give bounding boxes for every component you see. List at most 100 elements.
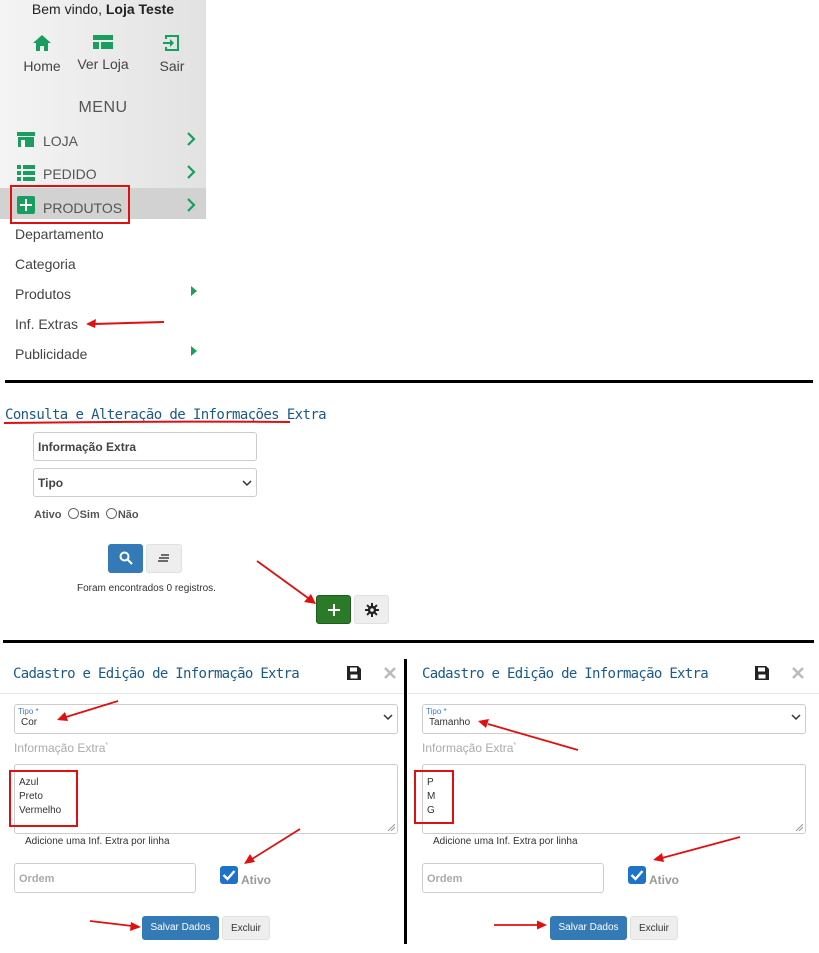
check-icon: [222, 870, 236, 881]
save-button[interactable]: Salvar Dados: [550, 916, 627, 940]
chevron-down-icon: [791, 714, 801, 721]
tipo-select-label: Tipo: [38, 476, 64, 490]
ver-loja-link[interactable]: Ver Loja: [68, 34, 138, 72]
ativo-checkbox[interactable]: [220, 866, 238, 884]
modal-cadastro-cor: Cadastro e Edição de Informação Extra Ti…: [0, 644, 404, 953]
welcome-prefix: Bem vindo,: [31, 1, 102, 17]
sub-item-produtos[interactable]: Produtos: [15, 286, 71, 302]
list-icon: [17, 165, 35, 181]
required-mark: *: [443, 707, 447, 716]
info-extra-search-input[interactable]: Informação Extra: [33, 432, 257, 461]
ativo-checkbox[interactable]: [628, 866, 646, 884]
annotation-arrow: [57, 700, 119, 721]
annotation-box-produtos: [10, 185, 130, 224]
sub-item-categoria[interactable]: Categoria: [15, 256, 76, 272]
menu-item-loja[interactable]: LOJA: [0, 124, 206, 157]
sub-item-inf-extras[interactable]: Inf. Extras: [15, 316, 78, 332]
menu-item-label: LOJA: [43, 133, 79, 149]
required-mark: *: [105, 742, 109, 749]
save-button[interactable]: Salvar Dados: [142, 916, 219, 940]
info-extra-textarea[interactable]: P M G: [422, 764, 806, 834]
sub-item-departamento[interactable]: Departamento: [15, 226, 104, 242]
info-extra-label: Informação Extra*: [14, 741, 108, 755]
add-button[interactable]: [316, 595, 351, 624]
welcome-user: Loja Teste: [105, 1, 175, 17]
home-link[interactable]: Home: [7, 34, 77, 74]
layout-icon: [93, 35, 113, 49]
caret-right-icon: [191, 346, 197, 356]
save-icon[interactable]: [347, 666, 361, 680]
gear-icon: [364, 603, 379, 617]
radio-sim[interactable]: [67, 508, 79, 519]
resize-handle-icon[interactable]: [796, 824, 803, 831]
check-icon: [630, 870, 644, 881]
eraser-lines-icon: [158, 554, 169, 562]
sair-label: Sair: [159, 58, 185, 74]
required-mark: *: [35, 707, 39, 716]
welcome-text: Bem vindo, Loja Teste: [0, 1, 206, 17]
ordem-input[interactable]: Ordem: [422, 863, 604, 893]
chevron-right-icon: [187, 198, 196, 212]
info-extra-label-text: Informação Extra: [14, 741, 106, 755]
tipo-label: Tipo *: [18, 707, 39, 716]
clear-filter-button[interactable]: [146, 544, 182, 573]
sign-out-icon: [163, 35, 179, 51]
modal-cadastro-tamanho: Cadastro e Edição de Informação Extra Ti…: [408, 644, 819, 953]
menu-title: MENU: [78, 99, 128, 116]
sim-label: Sim: [79, 509, 100, 521]
chevron-right-icon: [187, 165, 196, 179]
result-count-text: Foram encontrados 0 registros.: [77, 583, 216, 594]
annotation-arrow: [256, 560, 316, 604]
helper-text: Adicione uma Inf. Extra por linha: [433, 836, 578, 847]
menu-item-label: PEDIDO: [43, 166, 97, 182]
ativo-filter-label: Ativo: [34, 509, 62, 521]
caret-right-icon: [191, 286, 197, 296]
search-icon: [119, 551, 133, 565]
close-icon[interactable]: [384, 667, 396, 679]
annotation-arrow: [86, 319, 165, 328]
home-label: Home: [23, 58, 61, 74]
close-icon[interactable]: [792, 667, 804, 679]
save-icon[interactable]: [755, 666, 769, 680]
annotation-arrow: [244, 828, 301, 864]
modal-title: Cadastro e Edição de Informação Extra: [13, 666, 300, 682]
chevron-down-icon: [242, 480, 252, 487]
ativo-label: Ativo: [241, 873, 271, 887]
annotation-arrow: [653, 836, 741, 862]
ativo-label: Ativo: [649, 873, 679, 887]
delete-button[interactable]: Excluir: [630, 916, 678, 940]
modal-header-separator: [0, 693, 404, 694]
store-icon: [17, 132, 35, 147]
nao-label: Não: [117, 509, 139, 521]
annotation-arrow: [478, 719, 579, 751]
sair-link[interactable]: Sair: [137, 34, 207, 74]
ver-loja-label: Ver Loja: [77, 56, 129, 72]
annotation-box-lines: [9, 770, 78, 827]
helper-text: Adicione uma Inf. Extra por linha: [25, 836, 170, 847]
home-icon: [33, 35, 51, 51]
radio-nao[interactable]: [105, 508, 117, 519]
annotation-underline: [3, 420, 291, 424]
search-button[interactable]: [108, 544, 143, 573]
tipo-value: Cor: [21, 717, 38, 728]
ativo-filter: Ativo Sim Não: [34, 508, 139, 521]
tipo-label-text: Tipo: [426, 707, 442, 716]
sub-item-publicidade[interactable]: Publicidade: [15, 346, 87, 362]
section-divider: [5, 380, 813, 383]
modal-header-separator: [408, 693, 819, 694]
tipo-select[interactable]: Tipo: [33, 468, 257, 497]
annotation-arrow: [89, 920, 141, 931]
tipo-label-text: Tipo: [18, 707, 34, 716]
tipo-label: Tipo *: [426, 707, 447, 716]
ordem-input[interactable]: Ordem: [14, 863, 196, 893]
plus-icon: [327, 604, 340, 616]
modal-divider: [404, 659, 407, 944]
annotation-box-lines: [414, 770, 454, 824]
section-divider: [3, 640, 814, 643]
resize-handle-icon[interactable]: [388, 824, 395, 831]
chevron-right-icon: [187, 132, 196, 146]
delete-button[interactable]: Excluir: [222, 916, 270, 940]
settings-button[interactable]: [354, 595, 389, 624]
annotation-arrow: [494, 920, 547, 930]
modal-title: Cadastro e Edição de Informação Extra: [422, 666, 709, 682]
